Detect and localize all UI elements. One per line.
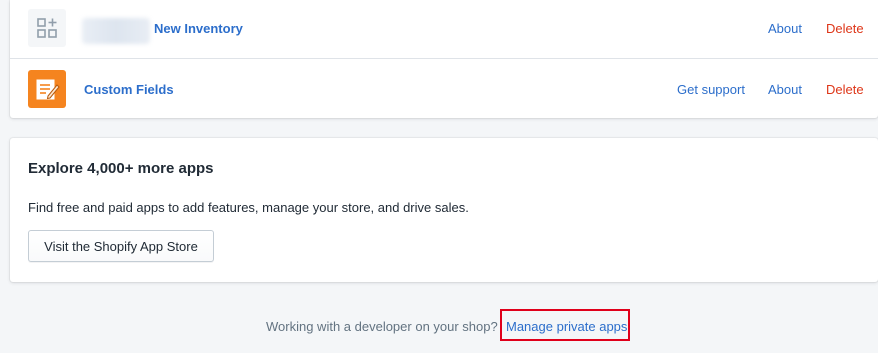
footer-text: Working with a developer on your shop? — [266, 319, 498, 334]
delete-link[interactable]: Delete — [826, 21, 864, 36]
installed-apps-card: New Inventory About Delete Custom Fields… — [10, 0, 878, 118]
visit-app-store-button[interactable]: Visit the Shopify App Store — [28, 230, 214, 262]
delete-link[interactable]: Delete — [826, 82, 864, 97]
apps-grid-icon — [28, 9, 66, 47]
row-divider — [10, 58, 878, 59]
app-name-link[interactable]: Custom Fields — [84, 82, 174, 97]
explore-title: Explore 4,000+ more apps — [28, 160, 214, 177]
redacted-app-vendor — [82, 18, 150, 44]
highlight-box: Manage private apps — [500, 309, 630, 341]
apps-page: New Inventory About Delete Custom Fields… — [0, 0, 878, 353]
app-name-link[interactable]: New Inventory — [154, 21, 243, 36]
explore-apps-card: Explore 4,000+ more apps Find free and p… — [10, 138, 878, 282]
get-support-link[interactable]: Get support — [677, 82, 745, 97]
app-row-new-inventory: New Inventory About Delete — [10, 0, 878, 58]
explore-description: Find free and paid apps to add features,… — [28, 200, 469, 215]
about-link[interactable]: About — [768, 21, 802, 36]
manage-private-apps-link[interactable]: Manage private apps — [506, 319, 627, 334]
app-row-custom-fields: Custom Fields Get support About Delete — [10, 60, 878, 118]
about-link[interactable]: About — [768, 82, 802, 97]
custom-fields-icon — [28, 70, 66, 108]
